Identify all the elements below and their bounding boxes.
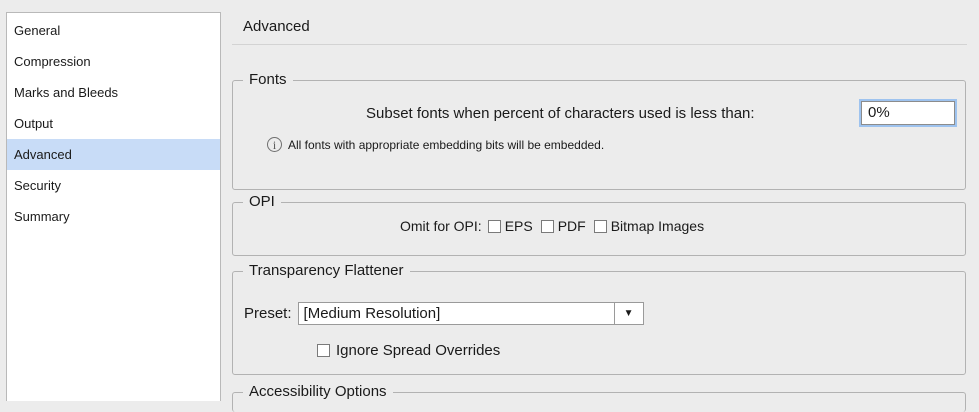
flattener-legend: Transparency Flattener	[243, 262, 410, 280]
bitmap-images-checkbox[interactable]	[593, 219, 607, 233]
opi-legend: OPI	[243, 193, 281, 211]
accessibility-options-group: Accessibility Options	[232, 383, 966, 412]
fonts-info-text: All fonts with appropriate embedding bit…	[288, 137, 605, 152]
omit-for-opi-row: Omit for OPI: EPS PDF Bitmap Images	[400, 218, 704, 234]
ignore-spread-overrides-label[interactable]: Ignore Spread Overrides	[336, 342, 500, 359]
omit-for-opi-label: Omit for OPI:	[400, 218, 482, 234]
preset-value: [Medium Resolution]	[303, 305, 441, 322]
sidebar-item-advanced[interactable]: Advanced	[7, 139, 220, 170]
pdf-checkbox[interactable]	[540, 219, 554, 233]
subset-percent-input[interactable]: 0%	[861, 101, 955, 125]
opi-group: OPI Omit for OPI: EPS PDF Bitmap Images	[232, 193, 966, 256]
sidebar-item-security[interactable]: Security	[7, 170, 220, 201]
subset-fonts-label: Subset fonts when percent of characters …	[366, 105, 755, 122]
sidebar-item-summary[interactable]: Summary	[7, 201, 220, 232]
fonts-group: Fonts Subset fonts when percent of chara…	[232, 71, 966, 190]
eps-checkbox[interactable]	[487, 219, 501, 233]
fonts-info-note: i All fonts with appropriate embedding b…	[267, 137, 604, 152]
transparency-flattener-group: Transparency Flattener Preset: [Medium R…	[232, 262, 966, 375]
sidebar-item-general[interactable]: General	[7, 15, 220, 46]
preset-row: Preset: [Medium Resolution] ▼	[244, 302, 644, 325]
sidebar-item-output[interactable]: Output	[7, 108, 220, 139]
eps-label[interactable]: EPS	[505, 218, 533, 234]
ignore-spread-overrides-row: Ignore Spread Overrides	[317, 342, 500, 359]
accessibility-legend: Accessibility Options	[243, 383, 393, 401]
sidebar-item-marks-and-bleeds[interactable]: Marks and Bleeds	[7, 77, 220, 108]
fonts-legend: Fonts	[243, 71, 293, 89]
ignore-spread-overrides-checkbox[interactable]	[317, 344, 330, 357]
bitmap-images-label[interactable]: Bitmap Images	[611, 218, 704, 234]
preset-select[interactable]: [Medium Resolution] ▼	[297, 302, 644, 325]
page-title: Advanced	[243, 18, 310, 35]
dropdown-arrow-icon[interactable]: ▼	[613, 303, 643, 324]
preset-label: Preset:	[244, 305, 292, 322]
title-divider	[232, 44, 967, 45]
pdf-label[interactable]: PDF	[558, 218, 586, 234]
sidebar-item-compression[interactable]: Compression	[7, 46, 220, 77]
info-icon: i	[267, 137, 282, 152]
category-list: General Compression Marks and Bleeds Out…	[6, 12, 221, 401]
